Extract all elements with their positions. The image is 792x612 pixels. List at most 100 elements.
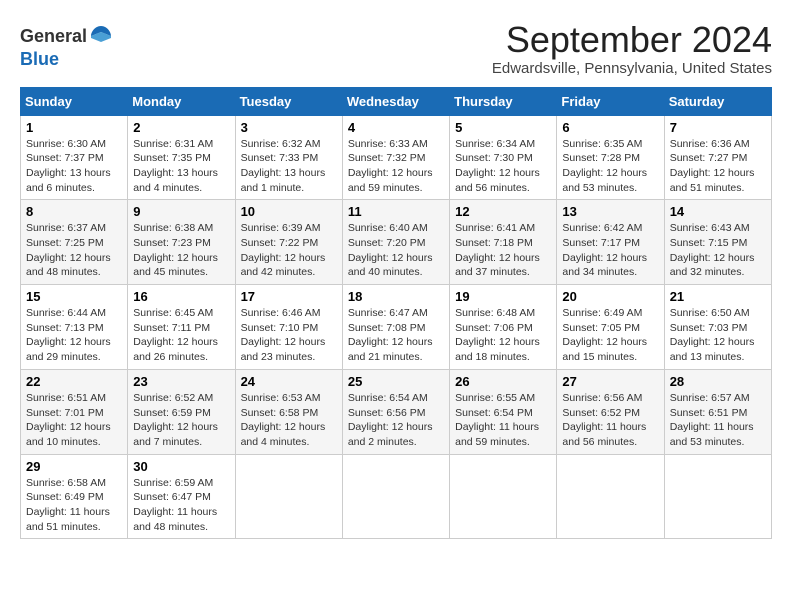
day-number: 9 xyxy=(133,204,229,219)
calendar-cell: 19Sunrise: 6:48 AM Sunset: 7:06 PM Dayli… xyxy=(450,285,557,370)
logo: General Blue xyxy=(20,24,113,70)
calendar-cell: 12Sunrise: 6:41 AM Sunset: 7:18 PM Dayli… xyxy=(450,200,557,285)
day-info: Sunrise: 6:55 AM Sunset: 6:54 PM Dayligh… xyxy=(455,391,551,450)
day-number: 27 xyxy=(562,374,658,389)
day-number: 25 xyxy=(348,374,444,389)
calendar-cell: 20Sunrise: 6:49 AM Sunset: 7:05 PM Dayli… xyxy=(557,285,664,370)
day-number: 3 xyxy=(241,120,337,135)
calendar-cell: 26 Sunrise: 6:55 AM Sunset: 6:54 PM Dayli… xyxy=(450,369,557,454)
day-number: 28 xyxy=(670,374,766,389)
day-info: Sunrise: 6:32 AM Sunset: 7:33 PM Dayligh… xyxy=(241,137,337,196)
day-info: Sunrise: 6:40 AM Sunset: 7:20 PM Dayligh… xyxy=(348,221,444,280)
day-number: 14 xyxy=(670,204,766,219)
logo-general: General xyxy=(20,26,87,46)
day-number: 13 xyxy=(562,204,658,219)
day-number: 4 xyxy=(348,120,444,135)
calendar-cell: 17 Sunrise: 6:46 AM Sunset: 7:10 PM Dayli… xyxy=(235,285,342,370)
day-info: Sunrise: 6:59 AM Sunset: 6:47 PM Dayligh… xyxy=(133,476,229,535)
day-number: 12 xyxy=(455,204,551,219)
calendar-week-row: 29Sunrise: 6:58 AM Sunset: 6:49 PM Dayli… xyxy=(21,454,772,539)
calendar-cell xyxy=(450,454,557,539)
calendar-cell: 6Sunrise: 6:35 AM Sunset: 7:28 PM Daylig… xyxy=(557,115,664,200)
calendar-cell: 15Sunrise: 6:44 AM Sunset: 7:13 PM Dayli… xyxy=(21,285,128,370)
calendar-cell: 24Sunrise: 6:53 AM Sunset: 6:58 PM Dayli… xyxy=(235,369,342,454)
day-info: Sunrise: 6:46 AM Sunset: 7:10 PM Dayligh… xyxy=(241,306,337,365)
col-header-thursday: Thursday xyxy=(450,87,557,115)
calendar-header-row: SundayMondayTuesdayWednesdayThursdayFrid… xyxy=(21,87,772,115)
calendar-cell: 9 Sunrise: 6:38 AM Sunset: 7:23 PM Daylig… xyxy=(128,200,235,285)
day-number: 20 xyxy=(562,289,658,304)
calendar-cell: 1 Sunrise: 6:30 AM Sunset: 7:37 PM Daylig… xyxy=(21,115,128,200)
col-header-wednesday: Wednesday xyxy=(342,87,449,115)
calendar-cell: 22 Sunrise: 6:51 AM Sunset: 7:01 PM Dayli… xyxy=(21,369,128,454)
calendar-cell: 3 Sunrise: 6:32 AM Sunset: 7:33 PM Daylig… xyxy=(235,115,342,200)
day-info: Sunrise: 6:43 AM Sunset: 7:15 PM Dayligh… xyxy=(670,221,766,280)
day-info: Sunrise: 6:33 AM Sunset: 7:32 PM Dayligh… xyxy=(348,137,444,196)
day-info: Sunrise: 6:54 AM Sunset: 6:56 PM Dayligh… xyxy=(348,391,444,450)
day-info: Sunrise: 6:30 AM Sunset: 7:37 PM Dayligh… xyxy=(26,137,122,196)
calendar-cell: 25 Sunrise: 6:54 AM Sunset: 6:56 PM Dayli… xyxy=(342,369,449,454)
day-number: 16 xyxy=(133,289,229,304)
calendar-cell: 4 Sunrise: 6:33 AM Sunset: 7:32 PM Daylig… xyxy=(342,115,449,200)
day-info: Sunrise: 6:58 AM Sunset: 6:49 PM Dayligh… xyxy=(26,476,122,535)
calendar-cell: 8Sunrise: 6:37 AM Sunset: 7:25 PM Daylig… xyxy=(21,200,128,285)
calendar-cell: 16 Sunrise: 6:45 AM Sunset: 7:11 PM Dayli… xyxy=(128,285,235,370)
calendar-cell: 29Sunrise: 6:58 AM Sunset: 6:49 PM Dayli… xyxy=(21,454,128,539)
col-header-saturday: Saturday xyxy=(664,87,771,115)
page-header: General Blue September 2024 Edwardsville… xyxy=(20,20,772,77)
day-number: 24 xyxy=(241,374,337,389)
calendar-cell: 21 Sunrise: 6:50 AM Sunset: 7:03 PM Dayli… xyxy=(664,285,771,370)
logo-blue: Blue xyxy=(20,49,59,69)
calendar-cell: 27Sunrise: 6:56 AM Sunset: 6:52 PM Dayli… xyxy=(557,369,664,454)
day-number: 5 xyxy=(455,120,551,135)
title-block: September 2024 Edwardsville, Pennsylvani… xyxy=(492,20,772,77)
location-text: Edwardsville, Pennsylvania, United State… xyxy=(492,60,772,77)
day-number: 22 xyxy=(26,374,122,389)
calendar-week-row: 15Sunrise: 6:44 AM Sunset: 7:13 PM Dayli… xyxy=(21,285,772,370)
day-number: 10 xyxy=(241,204,337,219)
calendar-table: SundayMondayTuesdayWednesdayThursdayFrid… xyxy=(20,87,772,540)
day-number: 17 xyxy=(241,289,337,304)
day-info: Sunrise: 6:50 AM Sunset: 7:03 PM Dayligh… xyxy=(670,306,766,365)
calendar-cell xyxy=(664,454,771,539)
day-info: Sunrise: 6:34 AM Sunset: 7:30 PM Dayligh… xyxy=(455,137,551,196)
day-info: Sunrise: 6:42 AM Sunset: 7:17 PM Dayligh… xyxy=(562,221,658,280)
day-number: 21 xyxy=(670,289,766,304)
day-number: 8 xyxy=(26,204,122,219)
day-number: 23 xyxy=(133,374,229,389)
logo-icon xyxy=(89,24,113,48)
day-info: Sunrise: 6:45 AM Sunset: 7:11 PM Dayligh… xyxy=(133,306,229,365)
day-number: 19 xyxy=(455,289,551,304)
day-number: 18 xyxy=(348,289,444,304)
calendar-cell: 2 Sunrise: 6:31 AM Sunset: 7:35 PM Daylig… xyxy=(128,115,235,200)
day-number: 11 xyxy=(348,204,444,219)
day-info: Sunrise: 6:31 AM Sunset: 7:35 PM Dayligh… xyxy=(133,137,229,196)
calendar-cell xyxy=(342,454,449,539)
col-header-tuesday: Tuesday xyxy=(235,87,342,115)
calendar-cell: 5 Sunrise: 6:34 AM Sunset: 7:30 PM Daylig… xyxy=(450,115,557,200)
calendar-cell: 30Sunrise: 6:59 AM Sunset: 6:47 PM Dayli… xyxy=(128,454,235,539)
day-number: 7 xyxy=(670,120,766,135)
calendar-cell: 11 Sunrise: 6:40 AM Sunset: 7:20 PM Dayli… xyxy=(342,200,449,285)
calendar-cell xyxy=(235,454,342,539)
day-info: Sunrise: 6:38 AM Sunset: 7:23 PM Dayligh… xyxy=(133,221,229,280)
day-info: Sunrise: 6:51 AM Sunset: 7:01 PM Dayligh… xyxy=(26,391,122,450)
day-number: 26 xyxy=(455,374,551,389)
day-number: 2 xyxy=(133,120,229,135)
day-info: Sunrise: 6:47 AM Sunset: 7:08 PM Dayligh… xyxy=(348,306,444,365)
col-header-monday: Monday xyxy=(128,87,235,115)
day-info: Sunrise: 6:57 AM Sunset: 6:51 PM Dayligh… xyxy=(670,391,766,450)
day-number: 15 xyxy=(26,289,122,304)
calendar-cell: 18 Sunrise: 6:47 AM Sunset: 7:08 PM Dayli… xyxy=(342,285,449,370)
day-info: Sunrise: 6:36 AM Sunset: 7:27 PM Dayligh… xyxy=(670,137,766,196)
calendar-cell: 13 Sunrise: 6:42 AM Sunset: 7:17 PM Dayli… xyxy=(557,200,664,285)
day-number: 1 xyxy=(26,120,122,135)
month-title: September 2024 xyxy=(492,20,772,60)
calendar-cell: 23 Sunrise: 6:52 AM Sunset: 6:59 PM Dayli… xyxy=(128,369,235,454)
calendar-week-row: 22 Sunrise: 6:51 AM Sunset: 7:01 PM Dayli… xyxy=(21,369,772,454)
calendar-cell xyxy=(557,454,664,539)
col-header-sunday: Sunday xyxy=(21,87,128,115)
calendar-week-row: 1 Sunrise: 6:30 AM Sunset: 7:37 PM Daylig… xyxy=(21,115,772,200)
day-number: 6 xyxy=(562,120,658,135)
day-info: Sunrise: 6:52 AM Sunset: 6:59 PM Dayligh… xyxy=(133,391,229,450)
